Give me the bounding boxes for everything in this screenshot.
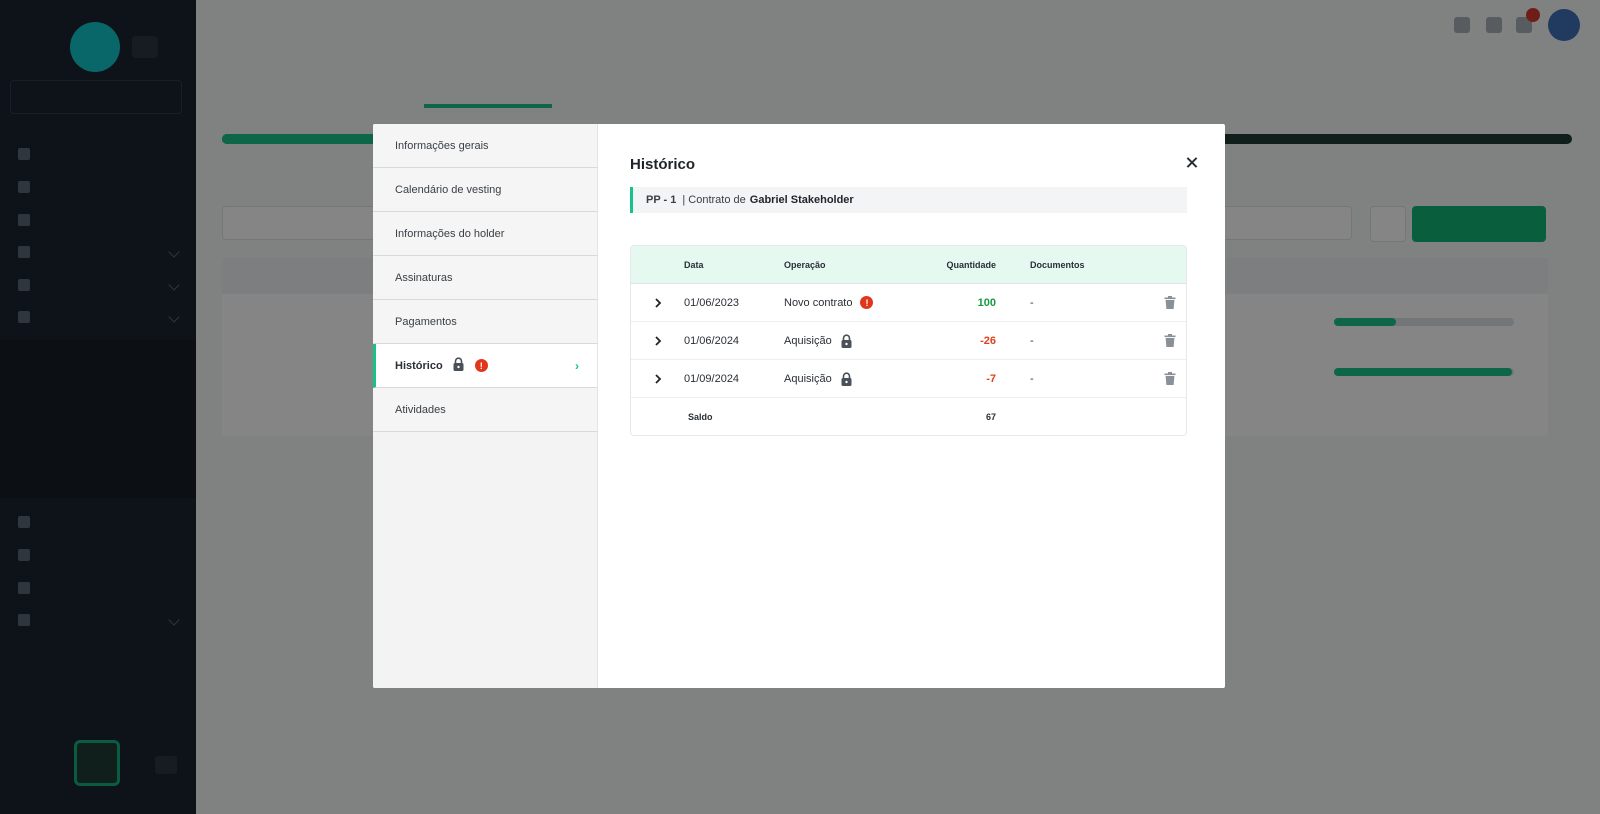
lock-icon [841,371,852,386]
expand-row-button[interactable] [631,373,684,385]
nav-tab-label: Atividades [395,403,446,416]
table-header: Data Operação Quantidade Documentos [631,246,1186,284]
column-quantity: Quantidade [946,259,996,270]
nav-tab-label: Histórico [395,359,443,372]
row-date: 01/09/2024 [684,372,740,385]
trash-icon [1164,334,1176,347]
balance-label: Saldo [688,411,713,422]
row-date: 01/06/2023 [684,296,740,309]
row-operation: Aquisição [784,371,894,386]
nav-tab-history[interactable]: Histórico ! › [373,344,597,388]
close-icon[interactable] [1183,154,1201,172]
modal-content: Histórico PP - 1 | Contrato de Gabriel S… [598,124,1225,688]
operation-label: Aquisição [784,334,832,347]
alert-icon: ! [860,296,874,309]
contract-summary: PP - 1 | Contrato de Gabriel Stakeholder [630,187,1187,213]
contract-code: PP - 1 [646,194,677,206]
trash-icon [1164,296,1176,309]
delete-button[interactable] [1121,296,1186,309]
history-table: Data Operação Quantidade Documentos 01/0… [630,245,1187,436]
table-row: 01/06/2024 Aquisição -26 - [631,322,1186,360]
row-documents: - [1030,334,1034,347]
chevron-right-icon: › [575,358,579,373]
expand-row-button[interactable] [631,297,684,309]
modal-title: Histórico [630,156,696,173]
chevron-right-icon [654,373,661,384]
nav-tab-payments[interactable]: Pagamentos [373,300,597,344]
row-documents: - [1030,296,1034,309]
nav-tab-vesting-calendar[interactable]: Calendário de vesting [373,168,597,212]
holder-name: Gabriel Stakeholder [749,194,854,206]
row-date: 01/06/2024 [684,334,740,347]
row-quantity: 100 [977,296,996,309]
column-date: Data [684,259,704,270]
row-quantity: -7 [986,372,996,385]
row-quantity: -26 [980,334,996,347]
nav-tab-label: Informações do holder [395,227,505,240]
nav-tab-label: Calendário de vesting [395,183,502,196]
nav-tab-label: Informações gerais [395,139,489,152]
nav-tab-holder-info[interactable]: Informações do holder [373,212,597,256]
operation-label: Novo contrato [784,296,853,309]
nav-tab-label: Pagamentos [395,315,457,328]
delete-button[interactable] [1121,334,1186,347]
row-operation: Novo contrato ! [784,296,894,309]
contract-prefix: | Contrato de [682,194,746,206]
nav-tab-general-info[interactable]: Informações gerais [373,124,597,168]
operation-label: Aquisição [784,372,832,385]
chevron-right-icon [654,335,661,346]
lock-icon [452,357,465,374]
table-row: 01/06/2023 Novo contrato ! 100 - [631,284,1186,322]
trash-icon [1164,372,1176,385]
row-operation: Aquisição [784,333,894,348]
expand-row-button[interactable] [631,335,684,347]
column-documents: Documentos [1030,259,1085,270]
delete-button[interactable] [1121,372,1186,385]
chevron-right-icon [654,297,661,308]
nav-tab-signatures[interactable]: Assinaturas [373,256,597,300]
modal-nav: Informações gerais Calendário de vesting… [373,124,598,688]
column-operation: Operação [784,259,826,270]
nav-tab-label: Assinaturas [395,271,453,284]
row-documents: - [1030,372,1034,385]
lock-icon [841,333,852,348]
table-footer: Saldo 67 [631,398,1186,435]
balance-total: 67 [985,411,996,422]
table-row: 01/09/2024 Aquisição -7 - [631,360,1186,398]
nav-tab-activities[interactable]: Atividades [373,388,597,432]
contract-modal: Informações gerais Calendário de vesting… [373,124,1225,688]
alert-icon: ! [474,359,488,372]
